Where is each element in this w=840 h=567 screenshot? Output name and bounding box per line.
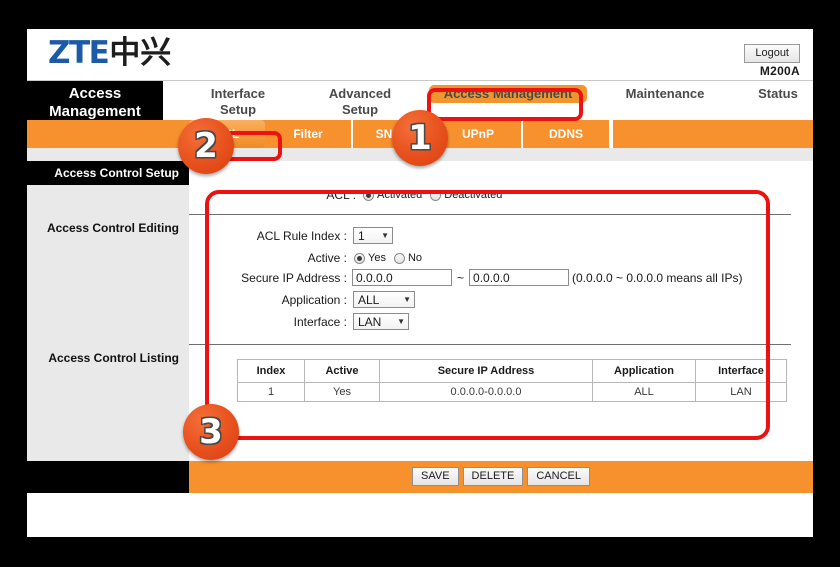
subnav-item-ddns[interactable]: DDNS	[523, 120, 611, 148]
zte-logo: ZTE中兴	[48, 36, 171, 70]
nav-item-access-management[interactable]: Access Management	[429, 85, 587, 103]
divider-editing-top	[189, 214, 791, 215]
nav-item-advanced-setup[interactable]: Advanced Setup	[315, 85, 405, 119]
subnav-item-upnp[interactable]: UPnP	[435, 120, 523, 148]
content-panel: ACL : Activated Deactivated ACL Rule Ind…	[189, 161, 813, 461]
subnav-item-acl[interactable]: ACL	[189, 120, 265, 148]
sidebar: Access Control Setup Access Control Edit…	[27, 161, 189, 461]
logo-text-chinese: 中兴	[109, 35, 172, 71]
rule-index-value: 1	[358, 228, 365, 243]
active-row: Active : Yes No	[189, 251, 422, 265]
chevron-down-icon: ▼	[397, 317, 405, 326]
cell-secure-ip: 0.0.0.0-0.0.0.0	[379, 382, 593, 402]
table-header-application: Application	[592, 359, 696, 383]
acl-label: ACL :	[326, 188, 356, 202]
subnav-item-filter[interactable]: Filter	[265, 120, 353, 148]
subnav-item-snmp[interactable]: SNMP	[353, 120, 435, 148]
model-label: M200A	[759, 64, 800, 78]
table-header-interface: Interface	[695, 359, 787, 383]
cell-application: ALL	[592, 382, 696, 402]
nav-item-interface-setup[interactable]: Interface Setup	[193, 85, 283, 119]
access-control-listing-table: Index Active Secure IP Address Applicati…	[237, 359, 787, 402]
interface-row: Interface : LAN ▼	[189, 313, 409, 330]
nav-content-gap	[27, 148, 813, 161]
delete-button[interactable]: DELETE	[462, 467, 524, 486]
table-header-secure-ip: Secure IP Address	[379, 359, 593, 383]
interface-select[interactable]: LAN ▼	[353, 313, 409, 330]
secure-ip-label: Secure IP Address :	[241, 270, 347, 285]
application-select[interactable]: ALL ▼	[353, 291, 415, 308]
main-nav-items: Interface Setup Advanced Setup Access Ma…	[163, 81, 813, 120]
sidebar-label-access-control-listing: Access Control Listing	[48, 351, 179, 365]
table-header-row: Index Active Secure IP Address Applicati…	[237, 359, 787, 383]
cancel-button[interactable]: CANCEL	[527, 467, 590, 486]
footer-button-bar: SAVE DELETE CANCEL	[189, 461, 813, 493]
application-row: Application : ALL ▼	[189, 291, 415, 308]
table-row[interactable]: 1 Yes 0.0.0.0-0.0.0.0 ALL LAN	[237, 382, 787, 402]
table-header-active: Active	[304, 359, 380, 383]
active-label: Active :	[307, 251, 347, 265]
chevron-down-icon: ▼	[381, 231, 389, 240]
footer-sidebar-spacer	[27, 461, 189, 493]
secure-ip-from-input[interactable]	[352, 269, 452, 286]
secure-ip-row: Secure IP Address : ~ (0.0.0.0 ~ 0.0.0.0…	[189, 269, 742, 286]
secure-ip-to-input[interactable]	[469, 269, 570, 286]
acl-deactivated-radio[interactable]	[430, 189, 442, 201]
page-header: ZTE中兴 Logout M200A	[27, 29, 813, 81]
rule-index-select[interactable]: 1 ▼	[353, 227, 393, 244]
interface-value: LAN	[358, 314, 382, 329]
save-button[interactable]: SAVE	[412, 467, 459, 486]
screenshot-root: ZTE中兴 Logout M200A Access Management Int…	[0, 0, 840, 567]
main-navigation: Access Management Interface Setup Advanc…	[27, 81, 813, 142]
cell-active: Yes	[304, 382, 380, 402]
acl-activated-radio[interactable]	[363, 189, 374, 201]
logo-text-zte: ZTE	[48, 35, 110, 71]
sidebar-title-access-control-setup: Access Control Setup	[27, 161, 189, 185]
subnav-spacer	[611, 120, 613, 148]
application-value: ALL	[358, 292, 380, 307]
acl-enable-row: ACL : Activated Deactivated	[189, 188, 789, 202]
nav-item-status[interactable]: Status	[743, 85, 813, 103]
rule-index-row: ACL Rule Index : 1 ▼	[189, 227, 393, 244]
cell-interface: LAN	[695, 382, 787, 402]
application-label: Application :	[281, 292, 347, 307]
acl-deactivated-label: Deactivated	[444, 189, 503, 201]
chevron-down-icon: ▼	[403, 295, 411, 304]
secure-ip-hint: (0.0.0.0 ~ 0.0.0.0 means all IPs)	[572, 270, 743, 285]
active-yes-label: Yes	[368, 252, 386, 264]
sub-navigation: ACL Filter SNMP UPnP DDNS	[27, 120, 813, 148]
table-header-index: Index	[237, 359, 305, 383]
cell-index: 1	[237, 382, 305, 402]
sidebar-label-access-control-editing: Access Control Editing	[46, 221, 179, 235]
logout-button[interactable]: Logout	[744, 44, 800, 63]
rule-index-label: ACL Rule Index :	[256, 228, 347, 243]
divider-listing-top	[189, 344, 791, 345]
secure-ip-range-separator: ~	[457, 270, 465, 285]
acl-activated-label: Activated	[377, 189, 423, 201]
page-footer: SAVE DELETE CANCEL	[27, 461, 813, 493]
active-no-label: No	[407, 252, 423, 264]
active-yes-radio[interactable]	[354, 252, 365, 264]
page-body: Access Control Setup Access Control Edit…	[27, 161, 813, 461]
active-no-radio[interactable]	[393, 252, 405, 264]
router-admin-page: ZTE中兴 Logout M200A Access Management Int…	[27, 29, 813, 537]
interface-label: Interface :	[293, 314, 347, 329]
nav-item-maintenance[interactable]: Maintenance	[609, 85, 721, 103]
